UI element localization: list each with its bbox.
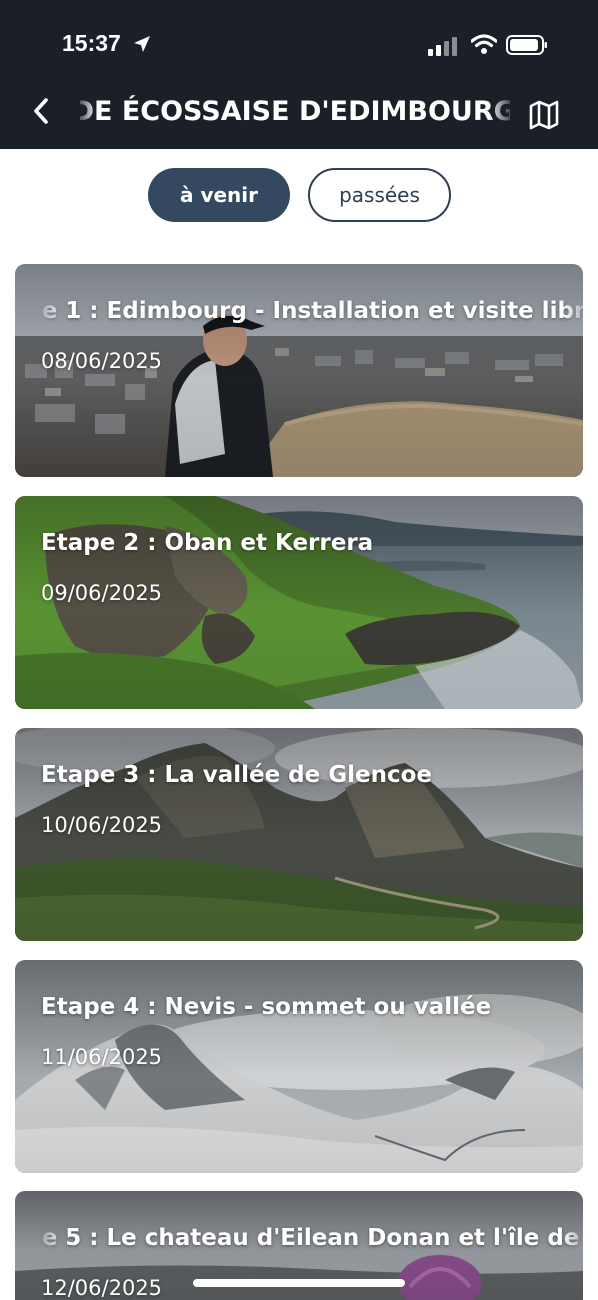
stage-date: 09/06/2025	[41, 581, 163, 605]
page-title: BALADE ÉCOSSAISE D'EDIMBOURG	[80, 96, 510, 127]
stage-title: Etape 3 : La vallée de Glencoe	[41, 762, 433, 788]
stage-date: 11/06/2025	[41, 1045, 163, 1069]
map-icon[interactable]	[528, 100, 560, 130]
signal-icon	[428, 37, 457, 56]
home-indicator	[193, 1279, 405, 1287]
stage-title: Etape 4 : Nevis - sommet ou vallée	[41, 994, 492, 1020]
stage-card-4[interactable]: Etape 4 : Nevis - sommet ou vallée 11/06…	[15, 960, 583, 1173]
stage-title: Etape 5 : Le chateau d'Eilean Donan et l…	[41, 1225, 583, 1251]
page-title-container: BALADE ÉCOSSAISE D'EDIMBOURG	[80, 94, 510, 134]
stage-date: 10/06/2025	[41, 813, 163, 837]
tab-past[interactable]: passées	[308, 168, 451, 222]
tab-upcoming[interactable]: à venir	[148, 168, 290, 222]
status-time: 15:37	[62, 30, 121, 56]
wifi-icon	[471, 34, 497, 54]
back-arrow-icon[interactable]	[28, 94, 54, 128]
location-arrow-icon	[134, 36, 150, 52]
battery-icon	[506, 35, 547, 55]
stage-title: Etape 2 : Oban et Kerrera	[41, 530, 374, 556]
stage-title: Etape 1 : Edimbourg - Installation et vi…	[41, 298, 583, 324]
stage-title-container: Etape 5 : Le chateau d'Eilean Donan et l…	[41, 1221, 583, 1261]
stage-title-container: Etape 1 : Edimbourg - Installation et vi…	[41, 294, 583, 334]
app-header: 15:37 BALADE ÉCOSSAISE D'EDIMBOURG	[0, 0, 598, 149]
stage-card-2[interactable]: Etape 2 : Oban et Kerrera 09/06/2025	[15, 496, 583, 709]
stage-date: 08/06/2025	[41, 349, 163, 373]
stage-card-1[interactable]: Etape 1 : Edimbourg - Installation et vi…	[15, 264, 583, 477]
stage-date: 12/06/2025	[41, 1276, 163, 1300]
stage-card-3[interactable]: Etape 3 : La vallée de Glencoe 10/06/202…	[15, 728, 583, 941]
